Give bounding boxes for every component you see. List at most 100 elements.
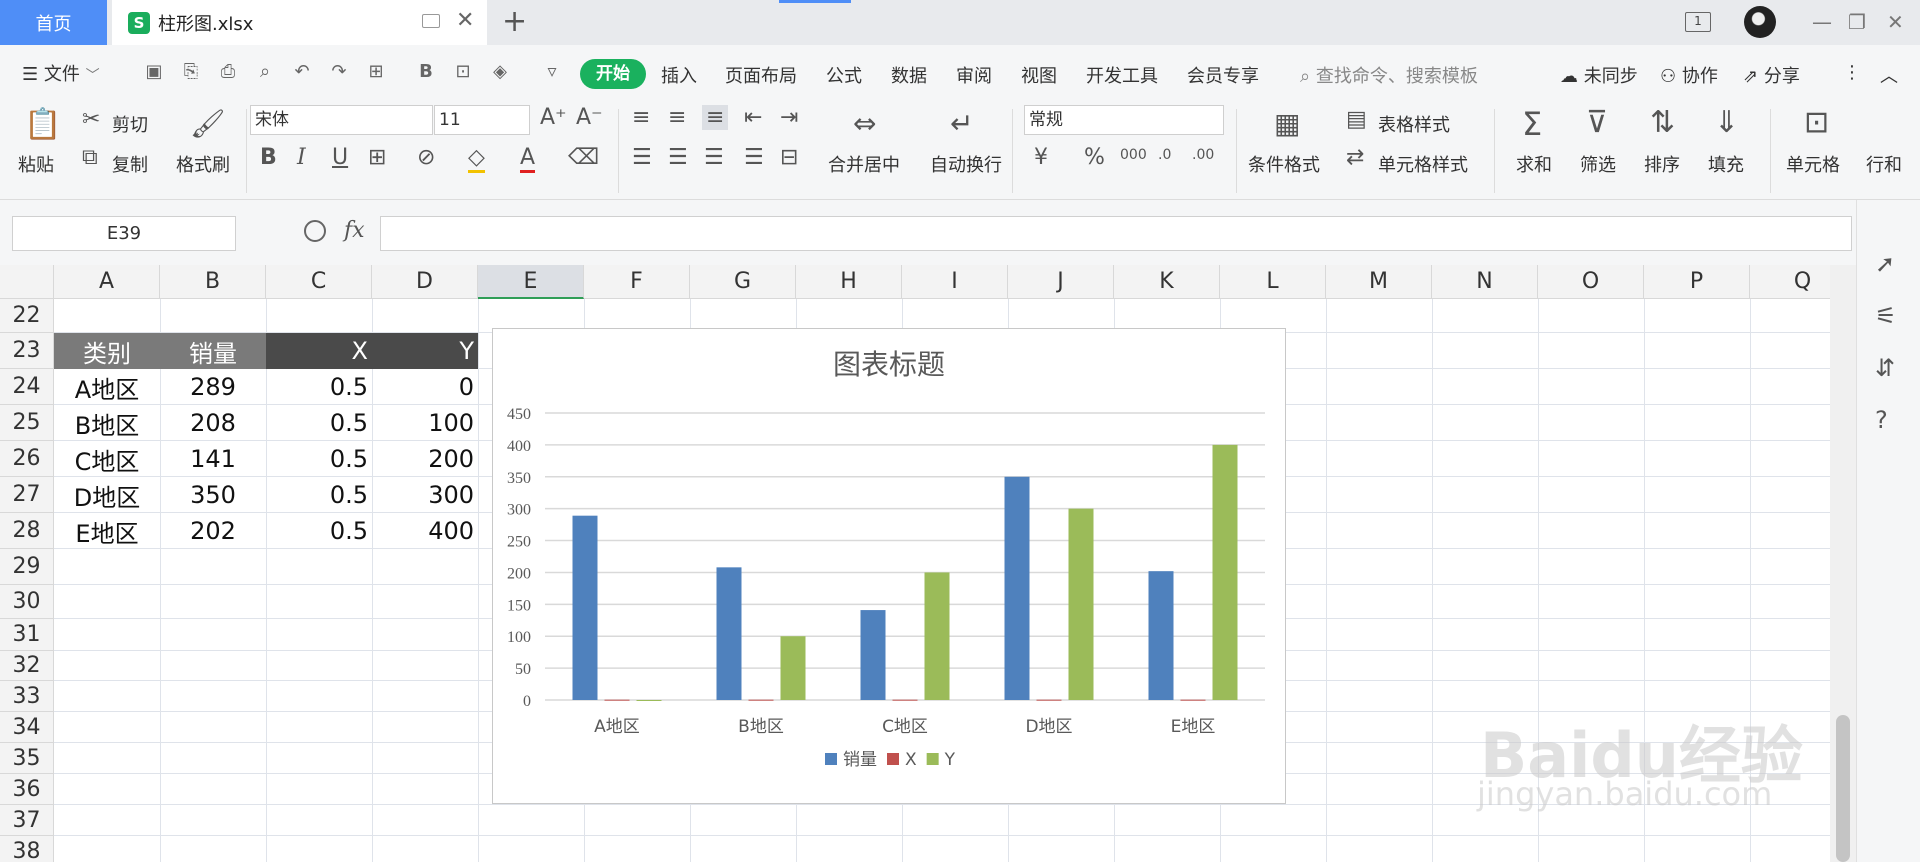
cut-button[interactable]: 剪切 (112, 111, 148, 137)
row-header-27[interactable]: 27 (0, 477, 54, 513)
align-top-icon[interactable]: ≡ (632, 105, 650, 130)
row-header-33[interactable]: 33 (0, 681, 54, 712)
row-header-32[interactable]: 32 (0, 651, 54, 681)
column-header-l[interactable]: L (1220, 265, 1326, 299)
percent-icon[interactable]: % (1084, 145, 1105, 170)
row-header-23[interactable]: 23 (0, 333, 54, 369)
paste-icon[interactable]: 📋 (24, 107, 61, 142)
zoom-icon[interactable] (304, 220, 326, 242)
name-box[interactable]: E39 (12, 216, 236, 251)
column-header-n[interactable]: N (1432, 265, 1538, 299)
row-column-button[interactable]: 行和 (1866, 151, 1902, 177)
align-bottom-icon[interactable]: ≡ (702, 105, 729, 130)
bold-icon[interactable]: B (260, 145, 277, 170)
align-middle-icon[interactable]: ≡ (668, 105, 686, 130)
row-header-22[interactable]: 22 (0, 299, 54, 333)
column-header-b[interactable]: B (160, 265, 266, 299)
undo-icon[interactable]: ↶ (291, 62, 313, 82)
tab-data[interactable]: 数据 (891, 62, 927, 88)
increase-font-icon[interactable]: A⁺ (540, 105, 567, 130)
tab-page-layout[interactable]: 页面布局 (725, 62, 797, 88)
paste-button[interactable]: 粘贴 (18, 151, 54, 177)
eraser-icon[interactable]: ⌫ (568, 145, 599, 170)
italic-icon[interactable]: I (297, 145, 306, 170)
row-header-26[interactable]: 26 (0, 441, 54, 477)
transform-icon[interactable]: ⇵ (1875, 354, 1895, 382)
row-header-29[interactable]: 29 (0, 549, 54, 585)
column-header-f[interactable]: F (584, 265, 690, 299)
more-chevron-icon[interactable]: ▿ (541, 62, 563, 82)
row-header-28[interactable]: 28 (0, 513, 54, 549)
column-header-g[interactable]: G (690, 265, 796, 299)
cell-button[interactable]: 单元格 (1786, 151, 1840, 177)
table-cell[interactable]: 100 (372, 405, 478, 441)
font-size-select[interactable]: 11 (434, 105, 530, 135)
distribute-icon[interactable]: ⊟ (780, 145, 798, 170)
copy-button[interactable]: 复制 (112, 151, 148, 177)
font-color-icon[interactable]: A (520, 145, 536, 173)
file-menu[interactable]: ☰ 文件 ﹀ (22, 60, 100, 86)
row-header-37[interactable]: 37 (0, 805, 54, 836)
table-cell[interactable]: 0 (372, 369, 478, 405)
restore-icon[interactable]: ❐ (1848, 10, 1866, 34)
minimize-icon[interactable]: — (1812, 10, 1832, 34)
table-cell[interactable]: 300 (372, 477, 478, 513)
collapse-ribbon-icon[interactable]: ︿ (1880, 62, 1898, 88)
align-icon[interactable]: ⊡ (452, 62, 474, 82)
number-format-select[interactable]: 常规 (1024, 105, 1224, 135)
cursor-icon[interactable]: ➚ (1875, 250, 1895, 278)
row-header-38[interactable]: 38 (0, 836, 54, 862)
table-cell[interactable]: 0.5 (266, 477, 372, 513)
print-icon[interactable]: ⎙ (217, 62, 239, 82)
redo-icon[interactable]: ↷ (328, 62, 350, 82)
border-icon[interactable]: ⊞ (365, 62, 387, 82)
thousands-icon[interactable]: 000 (1120, 147, 1147, 163)
column-header-k[interactable]: K (1114, 265, 1220, 299)
column-header-d[interactable]: D (372, 265, 478, 299)
row-header-25[interactable]: 25 (0, 405, 54, 441)
merge-center-button[interactable]: 合并居中 (828, 151, 900, 177)
underline-icon[interactable]: U (332, 145, 348, 170)
column-header-h[interactable]: H (796, 265, 902, 299)
table-cell[interactable]: 0.5 (266, 369, 372, 405)
table-cell[interactable]: 350 (160, 477, 266, 513)
column-header-p[interactable]: P (1644, 265, 1750, 299)
table-style-button[interactable]: 表格样式 (1378, 111, 1450, 137)
fill-icon[interactable]: ⊘ (417, 145, 435, 170)
table-header-cell[interactable]: 销量 (160, 333, 266, 369)
tab-formula[interactable]: 公式 (826, 62, 862, 88)
table-cell[interactable]: B地区 (54, 405, 160, 441)
bold-icon[interactable]: B (415, 62, 437, 82)
table-cell[interactable]: 202 (160, 513, 266, 549)
border-icon[interactable]: ⊞ (368, 145, 386, 170)
table-cell[interactable]: 200 (372, 441, 478, 477)
screen-icon[interactable] (422, 14, 440, 28)
fill-color-icon[interactable]: ◈ (489, 62, 511, 82)
sum-button[interactable]: 求和 (1516, 151, 1552, 177)
fx-icon[interactable]: fx (344, 218, 365, 243)
cell-style-button[interactable]: 单元格样式 (1378, 151, 1468, 177)
table-cell[interactable]: E地区 (54, 513, 160, 549)
column-header-j[interactable]: J (1008, 265, 1114, 299)
table-header-cell[interactable]: X (266, 333, 372, 369)
vertical-scrollbar[interactable] (1830, 265, 1856, 862)
print-preview-icon[interactable]: ⌕ (254, 62, 276, 82)
share-button[interactable]: ⇗ 分享 (1743, 62, 1800, 88)
table-cell[interactable]: 141 (160, 441, 266, 477)
table-cell[interactable]: 208 (160, 405, 266, 441)
help-icon[interactable]: ? (1875, 406, 1888, 434)
page-count-icon[interactable]: 1 (1685, 12, 1711, 32)
highlight-icon[interactable]: ◇ (468, 145, 485, 173)
column-header-a[interactable]: A (54, 265, 160, 299)
avatar[interactable] (1744, 6, 1776, 38)
column-header-q[interactable]: Q (1750, 265, 1830, 299)
column-header-i[interactable]: I (902, 265, 1008, 299)
formula-input[interactable] (380, 216, 1852, 251)
row-header-35[interactable]: 35 (0, 743, 54, 774)
table-header-cell[interactable]: Y (372, 333, 478, 369)
indent-increase-icon[interactable]: ⇥ (780, 105, 798, 130)
tab-view[interactable]: 视图 (1021, 62, 1057, 88)
increase-decimal-icon[interactable]: .0 (1158, 147, 1171, 163)
column-header-e[interactable]: E (478, 265, 584, 299)
close-tab-icon[interactable]: ✕ (456, 8, 474, 33)
